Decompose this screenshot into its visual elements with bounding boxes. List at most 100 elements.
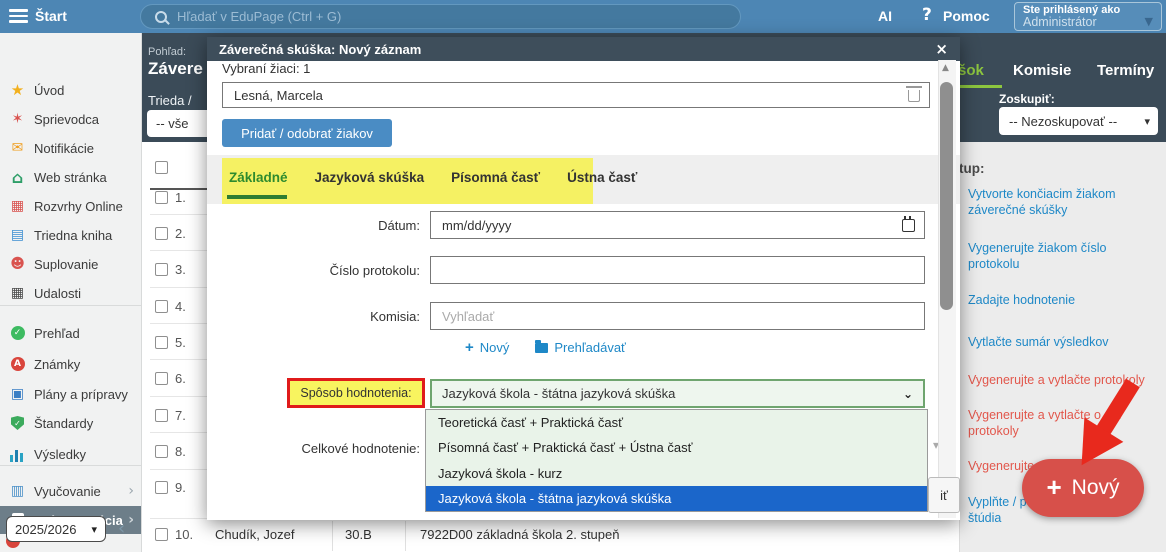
dropdown-option[interactable]: Jazyková škola - kurz — [426, 461, 927, 486]
table-row[interactable]: 2. — [155, 226, 186, 241]
table-row[interactable]: 6. — [155, 371, 186, 386]
guide-link-enter-rating[interactable]: Zadajte hodnotenie — [968, 292, 1160, 308]
sidebar-item-vysledky[interactable]: Výsledky — [0, 440, 142, 468]
committee-search-input[interactable] — [440, 308, 915, 325]
user-menu[interactable]: Ste prihlásený ako Administrátor ▼ — [1014, 2, 1162, 31]
pupil-name-cell[interactable]: Chudík, Jozef — [215, 527, 295, 542]
view-label: Pohľad: — [148, 46, 186, 58]
sidebar-item-plany[interactable]: Plány a prípravy — [0, 380, 142, 408]
row-checkbox[interactable] — [155, 336, 168, 349]
table-row[interactable]: 4. — [155, 299, 186, 314]
dialog-tabs: Základné Jazyková skúška Písomná časť Ús… — [229, 170, 637, 185]
row-checkbox[interactable] — [155, 300, 168, 313]
sidebar-item-sprievodca[interactable]: Sprievodca — [0, 105, 142, 133]
group-by-value: -- Nezoskupovať -- — [1009, 114, 1117, 129]
class-book-icon — [9, 227, 26, 243]
row-checkbox[interactable] — [155, 227, 168, 240]
guide-link-print-summary[interactable]: Vytlačte sumár výsledkov — [968, 334, 1160, 350]
sidebar-item-triedna-kniha[interactable]: Triedna kniha — [0, 221, 142, 249]
new-record-button[interactable]: + Nový — [1022, 459, 1144, 517]
chevron-down-icon: ▾ — [1144, 115, 1150, 128]
close-icon[interactable]: × — [935, 42, 948, 57]
table-row[interactable]: 8. — [155, 444, 186, 459]
table-row[interactable]: 1. — [155, 190, 186, 205]
table-row[interactable]: 10. — [155, 527, 193, 542]
sidebar-divider — [0, 305, 141, 306]
person-icon — [9, 256, 26, 272]
row-checkbox[interactable] — [155, 528, 168, 541]
sidebar-item-web-stranka[interactable]: Web stránka — [0, 163, 142, 191]
new-committee-link[interactable]: +Nový — [465, 339, 509, 356]
date-input[interactable] — [440, 217, 902, 234]
hamburger-menu-icon[interactable] — [9, 9, 28, 24]
pupil-field[interactable] — [222, 82, 930, 108]
tab-jazykova-skuska[interactable]: Jazyková skúška — [315, 170, 425, 185]
dropdown-option[interactable]: Písomná časť + Praktická časť + Ústna ča… — [426, 435, 927, 460]
help-button[interactable]: Pomoc — [943, 8, 990, 24]
calendar-picker-icon[interactable] — [902, 219, 915, 232]
row-checkbox[interactable] — [155, 409, 168, 422]
guide-link-print-protocols[interactable]: Vygenerujte a vytlačte protokoly — [968, 372, 1160, 388]
sidebar-item-prehlad[interactable]: Prehľad — [0, 319, 142, 347]
plus-icon: + — [465, 339, 474, 356]
row-checkbox[interactable] — [155, 263, 168, 276]
add-remove-pupils-button[interactable]: Pridať / odobrať žiakov — [222, 119, 392, 147]
rating-method-select[interactable]: Jazyková škola - štátna jazyková skúška … — [430, 379, 925, 408]
chevron-down-icon: ▼ — [1145, 15, 1153, 28]
group-by-label: Zoskupiť: — [999, 92, 1055, 106]
sidebar-item-notifikacie[interactable]: Notifikácie — [0, 134, 142, 162]
dropdown-option-selected[interactable]: Jazyková škola - štátna jazyková skúška — [426, 486, 927, 511]
tab-skusky-fragment[interactable]: šok — [958, 62, 984, 79]
tab-komisie[interactable]: Komisie — [1013, 62, 1071, 79]
group-by-select[interactable]: -- Nezoskupovať -- ▾ — [999, 107, 1158, 135]
table-row[interactable]: 5. — [155, 335, 186, 350]
sidebar-item-uvod[interactable]: Úvod — [0, 76, 142, 104]
save-button-fragment[interactable]: iť — [928, 477, 960, 513]
sidebar-item-udalosti[interactable]: Udalosti — [0, 279, 142, 307]
pupil-class-cell: 30.B — [345, 527, 372, 542]
row-checkbox[interactable] — [155, 445, 168, 458]
row-checkbox[interactable] — [155, 191, 168, 204]
plus-icon: + — [1046, 474, 1061, 500]
table-row[interactable]: 3. — [155, 262, 186, 277]
dropdown-option[interactable]: Teoretická časť + Praktická časť — [426, 410, 927, 435]
select-all-checkbox[interactable] — [155, 161, 168, 174]
chevron-right-icon: › — [128, 512, 134, 528]
scrollbar-thumb[interactable] — [940, 82, 953, 310]
global-search-input[interactable]: Hľadať v EduPage (Ctrl + G) — [140, 4, 741, 29]
table-row[interactable]: 7. — [155, 408, 186, 423]
row-checkbox[interactable] — [155, 372, 168, 385]
trash-icon[interactable] — [908, 90, 920, 102]
table-row[interactable]: 9. — [155, 480, 186, 495]
tab-zakladne[interactable]: Základné — [229, 170, 288, 185]
question-mark-icon[interactable]: ? — [922, 5, 932, 25]
sidebar-collapse-icon[interactable]: ‹ — [118, 518, 125, 539]
tab-ustna-cast[interactable]: Ústna časť — [567, 170, 637, 185]
guide-link-create-exams[interactable]: Vytvorte končiacim žiakom záverečné skúš… — [968, 186, 1160, 219]
start-menu[interactable]: Štart — [35, 8, 67, 24]
sidebar-item-suplovanie[interactable]: Suplovanie — [0, 250, 142, 278]
protocol-number-input[interactable] — [440, 262, 915, 279]
briefcase-icon — [9, 386, 26, 402]
tab-pisomna-cast[interactable]: Písomná časť — [451, 170, 540, 185]
pupil-input[interactable] — [232, 87, 876, 104]
tab-terminy[interactable]: Termíny — [1097, 62, 1154, 79]
sidebar-item-vyucovanie[interactable]: Vyučovanie› — [0, 477, 142, 505]
sidebar-item-standardy[interactable]: Štandardy — [0, 409, 142, 437]
search-placeholder: Hľadať v EduPage (Ctrl + G) — [177, 9, 341, 24]
date-field[interactable] — [430, 211, 925, 239]
browse-committee-link[interactable]: Prehľadávať — [535, 340, 626, 355]
protocol-number-field[interactable] — [430, 256, 925, 284]
edupage-screen: Štart Hľadať v EduPage (Ctrl + G) AI ? P… — [0, 0, 1166, 552]
sidebar-item-rozvrhy[interactable]: Rozvrhy Online — [0, 192, 142, 220]
sidebar-item-znamky[interactable]: Známky — [0, 350, 142, 378]
row-checkbox[interactable] — [155, 481, 168, 494]
search-icon — [155, 11, 167, 23]
ai-button[interactable]: AI — [878, 8, 892, 24]
guide-link-print-other-protocols[interactable]: Vygenerujte a vytlačte o…a protokoly — [968, 407, 1160, 440]
school-year-select[interactable]: 2025/2026 ▾ — [6, 516, 106, 542]
guide-link-generate-protocol-number[interactable]: Vygenerujte žiakom číslo protokolu — [968, 240, 1160, 273]
scroll-up-icon[interactable]: ▲ — [942, 63, 949, 73]
committee-links: +Nový Prehľadávať — [465, 339, 626, 356]
committee-field[interactable] — [430, 302, 925, 330]
